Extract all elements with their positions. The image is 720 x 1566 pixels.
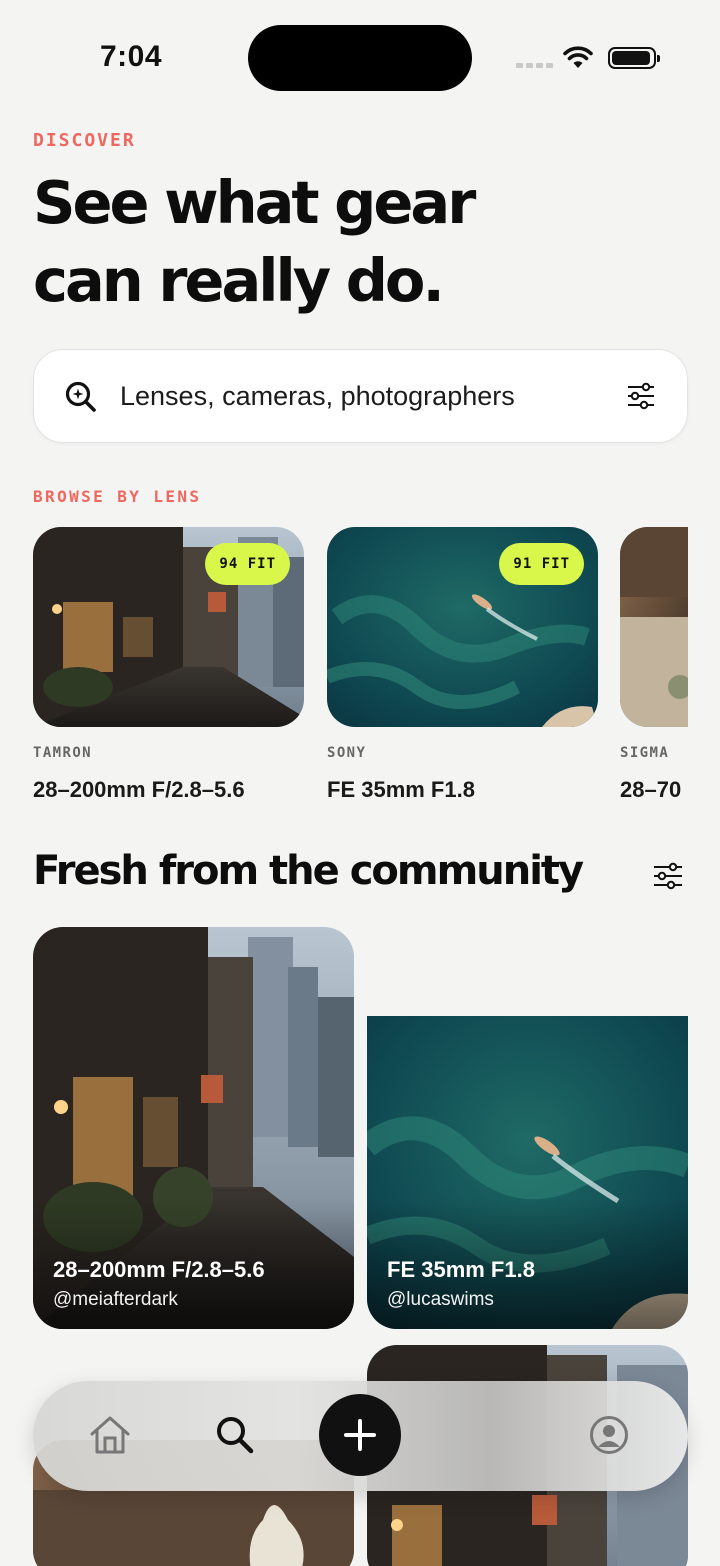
community-post[interactable]: FE 35mm F1.8 @lucaswims <box>367 1016 688 1329</box>
page-title: See what gear can really do. <box>33 164 673 320</box>
filter-icon[interactable] <box>626 382 656 410</box>
lens-name[interactable]: 28–70 <box>620 777 688 803</box>
community-post[interactable]: 28–200mm F/2.8–5.6 @meiafterdark <box>33 927 354 1329</box>
lens-photo-interior <box>620 527 688 727</box>
add-post-button[interactable] <box>319 1394 401 1476</box>
status-time: 7:04 <box>100 40 163 73</box>
search-bar[interactable] <box>33 349 688 443</box>
wifi-icon <box>563 46 593 68</box>
lens-card-sigma[interactable] <box>620 527 688 727</box>
headline-line-2: can really do. <box>33 246 445 315</box>
plus-icon <box>344 1419 376 1451</box>
search-icon <box>65 381 96 412</box>
search-icon[interactable] <box>215 1415 255 1455</box>
post-username[interactable]: @meiafterdark <box>53 1289 178 1311</box>
post-lens-title: FE 35mm F1.8 <box>387 1257 535 1282</box>
lens-name[interactable]: FE 35mm F1.8 <box>327 777 475 803</box>
battery-icon <box>608 47 660 69</box>
lens-brand: SONY <box>327 745 367 761</box>
search-input[interactable] <box>120 372 600 420</box>
lens-brand: TAMRON <box>33 745 92 761</box>
post-username[interactable]: @lucaswims <box>387 1289 494 1311</box>
post-lens-title: 28–200mm F/2.8–5.6 <box>53 1257 265 1282</box>
fit-score-badge: 91 FIT <box>499 543 584 585</box>
tab-bar <box>33 1381 688 1491</box>
profile-icon[interactable] <box>589 1415 629 1455</box>
browse-by-lens-label: BROWSE BY LENS <box>33 487 202 506</box>
section-title: Fresh from the community <box>33 848 584 894</box>
discover-eyebrow: DISCOVER <box>33 130 136 151</box>
lens-brand: SIGMA <box>620 745 670 761</box>
fit-score-badge: 94 FIT <box>205 543 290 585</box>
headline-line-1: See what gear <box>33 168 476 237</box>
lens-name[interactable]: 28–200mm F/2.8–5.6 <box>33 777 245 803</box>
cellular-signal-icon <box>516 63 553 68</box>
lens-card-tamron[interactable]: 94 FIT <box>33 527 304 727</box>
lens-card-sony[interactable]: 91 FIT <box>327 527 598 727</box>
filter-icon[interactable] <box>652 862 684 890</box>
home-icon[interactable] <box>88 1414 132 1456</box>
dynamic-island <box>248 25 472 91</box>
